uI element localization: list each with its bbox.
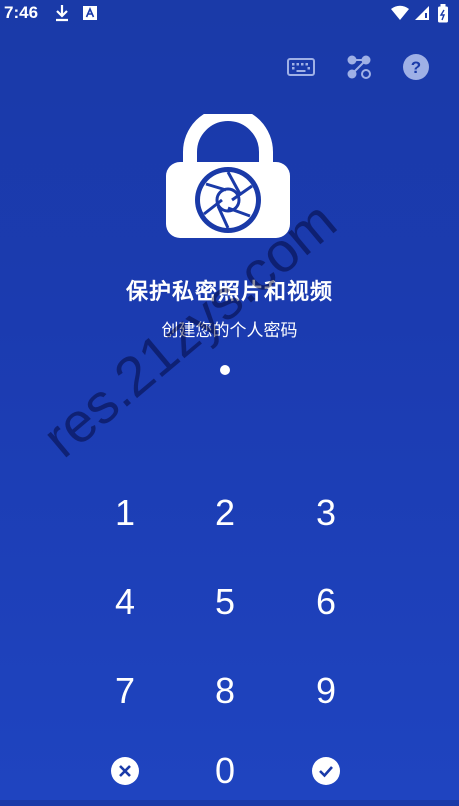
page-subtitle: 创建您的个人密码 [161, 321, 298, 341]
key-2[interactable]: 2 [180, 478, 270, 548]
pattern-icon[interactable] [344, 52, 374, 82]
keyboard-icon[interactable] [286, 52, 316, 82]
key-6[interactable]: 6 [281, 567, 371, 637]
key-3[interactable]: 3 [281, 478, 371, 548]
battery-icon [437, 4, 449, 28]
key-9[interactable]: 9 [281, 656, 371, 726]
wifi-icon [390, 4, 410, 26]
cancel-button[interactable] [80, 736, 170, 806]
key-4[interactable]: 4 [80, 567, 170, 637]
key-8[interactable]: 8 [180, 656, 270, 726]
key-0[interactable]: 0 [180, 736, 270, 806]
close-circle-icon [111, 757, 139, 785]
lock-shutter-icon [164, 107, 292, 242]
page-title: 保护私密照片和视频 [125, 280, 333, 305]
key-5[interactable]: 5 [180, 567, 270, 637]
check-circle-icon [312, 757, 340, 785]
status-time: 7:46 [4, 3, 39, 22]
svg-text:?: ? [411, 58, 421, 77]
pin-dot [220, 365, 230, 375]
confirm-button[interactable] [281, 736, 371, 806]
help-icon[interactable]: ? [401, 52, 431, 82]
key-1[interactable]: 1 [80, 478, 170, 548]
font-a-icon [82, 4, 98, 26]
status-bar: 7:46 [0, 0, 459, 28]
key-7[interactable]: 7 [80, 656, 170, 726]
download-icon [54, 4, 70, 26]
signal-icon [414, 4, 430, 26]
top-actions: ? [0, 52, 459, 82]
